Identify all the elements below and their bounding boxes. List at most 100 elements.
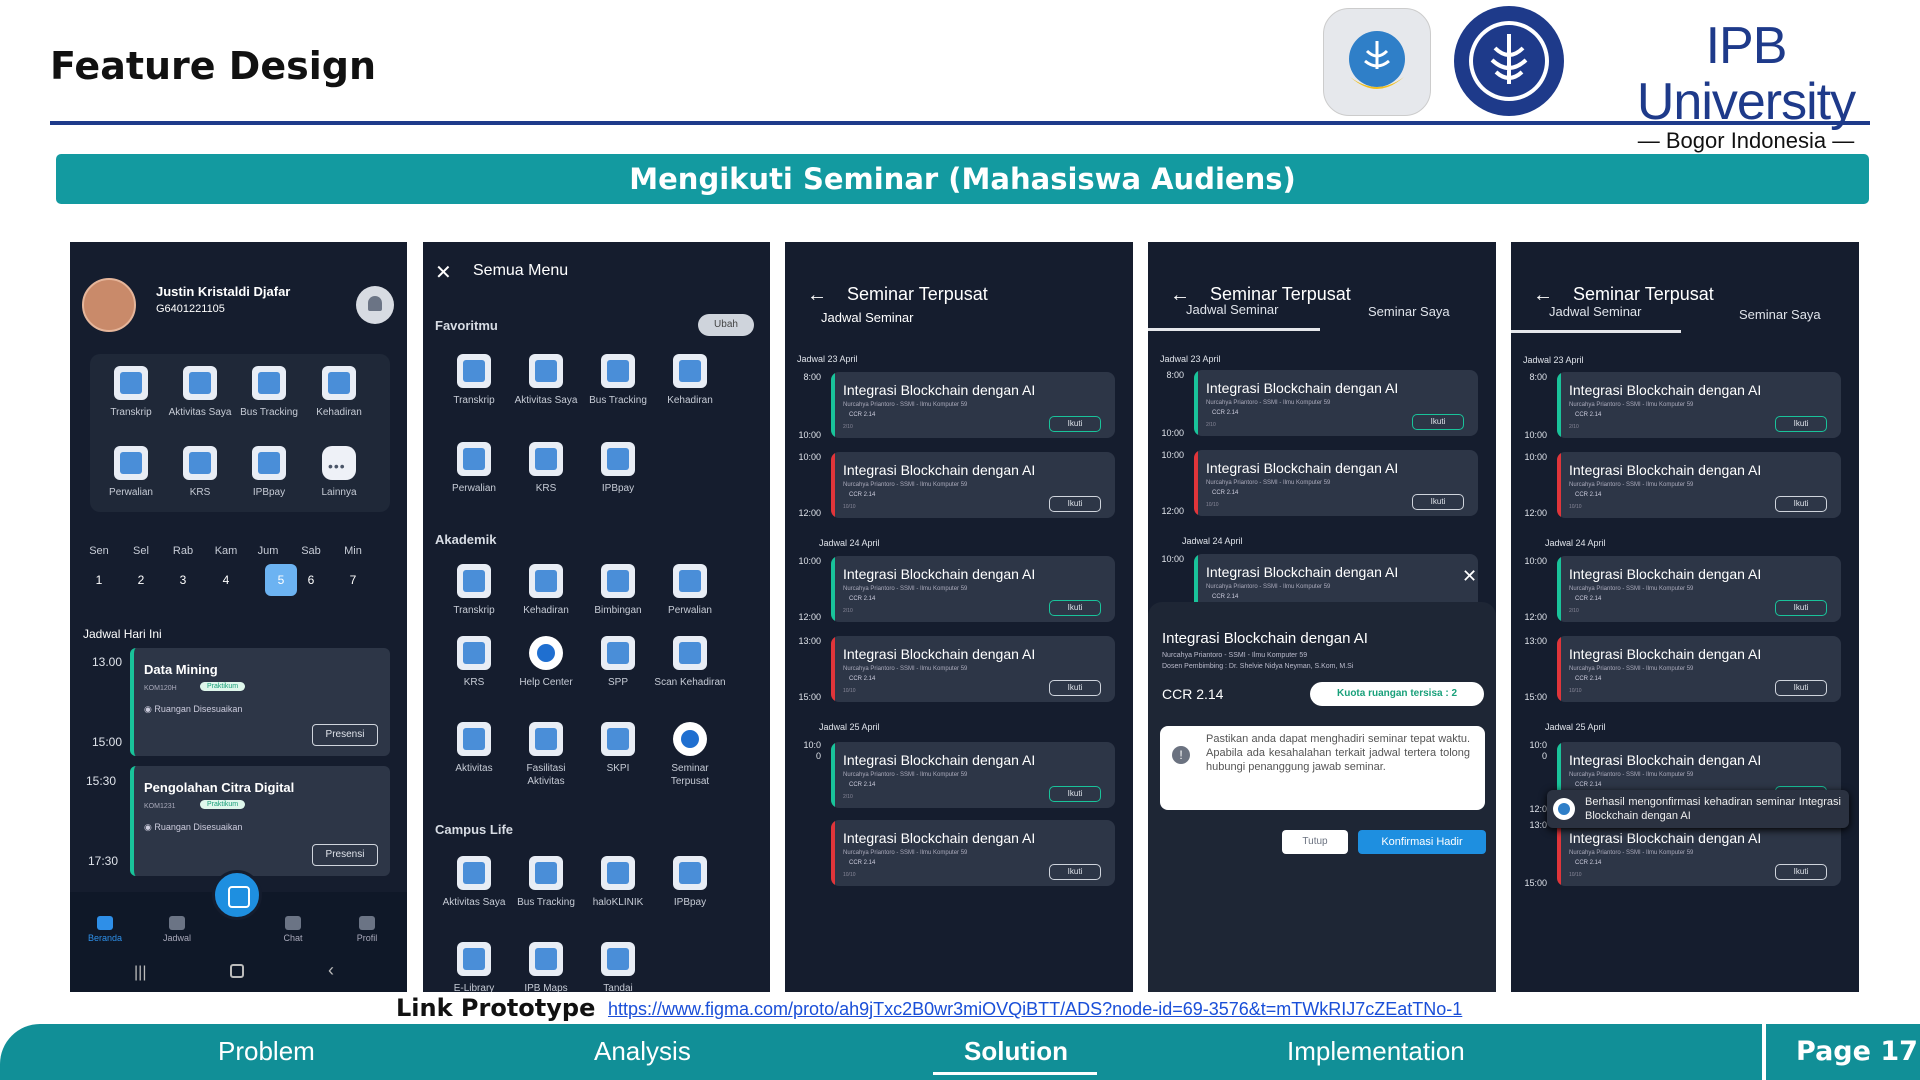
follow-button[interactable]: Ikuti (1049, 416, 1101, 432)
follow-button[interactable]: Ikuti (1775, 600, 1827, 616)
date-cell-selected[interactable]: 5 (265, 564, 297, 596)
seminar-card[interactable]: Integrasi Blockchain dengan AI Nurcahya P… (1557, 556, 1841, 622)
date-cell[interactable]: 3 (167, 564, 199, 596)
menu-item[interactable]: Help Center (510, 636, 582, 689)
footer-implementation[interactable]: Implementation (1287, 1036, 1465, 1067)
back-arrow-icon[interactable]: ← (807, 284, 827, 307)
seminar-card[interactable]: Integrasi Blockchain dengan AI Nurcahya P… (831, 636, 1115, 702)
seminar-card[interactable]: Integrasi Blockchain dengan AI Nurcahya P… (831, 452, 1115, 518)
footer-analysis[interactable]: Analysis (594, 1036, 691, 1067)
seminar-card[interactable]: Integrasi Blockchain dengan AI Nurcahya P… (1557, 372, 1841, 438)
menu-item[interactable]: KRS (510, 442, 582, 495)
prototype-link[interactable]: https://www.figma.com/proto/ah9jTxc2B0wr… (608, 999, 1462, 1020)
follow-button[interactable]: Ikuti (1412, 414, 1464, 430)
menu-item[interactable]: E-Library (438, 942, 510, 992)
menu-ipbpay[interactable]: IPBpay (233, 446, 305, 499)
menu-transkrip[interactable]: Transkrip (95, 366, 167, 419)
follow-button[interactable]: Ikuti (1049, 864, 1101, 880)
nav-jadwal[interactable]: Jadwal (152, 916, 202, 943)
seminar-card[interactable]: Integrasi Blockchain dengan AI Nurcahya P… (831, 556, 1115, 622)
menu-item[interactable]: IPB Maps (510, 942, 582, 992)
tab-seminar-saya[interactable]: Seminar Saya (1368, 304, 1450, 319)
avatar[interactable] (82, 278, 136, 332)
class-card[interactable]: Pengolahan Citra Digital KOM1231 Praktik… (130, 766, 390, 876)
date-cell[interactable]: 7 (337, 564, 369, 596)
menu-item[interactable]: Perwalian (654, 564, 726, 617)
follow-button[interactable]: Ikuti (1412, 494, 1464, 510)
menu-item[interactable]: Aktivitas Saya (510, 354, 582, 407)
edit-button[interactable]: Ubah (698, 314, 754, 336)
menu-item[interactable]: Scan Kehadiran (654, 636, 726, 689)
recents-icon[interactable]: ||| (134, 964, 146, 982)
seminar-card[interactable]: Integrasi Blockchain dengan AI Nurcahya P… (1194, 370, 1478, 436)
menu-krs[interactable]: KRS (164, 446, 236, 499)
menu-item[interactable]: SKPI (582, 722, 654, 775)
menu-item[interactable]: Kehadiran (654, 354, 726, 407)
menu-item[interactable]: Bimbingan (582, 564, 654, 617)
menu-item[interactable]: IPBpay (654, 856, 726, 909)
seminar-card[interactable]: Integrasi Blockchain dengan AI Nurcahya P… (1557, 820, 1841, 886)
tab-jadwal[interactable]: Jadwal Seminar (1186, 302, 1279, 317)
menu-item[interactable]: Fasilitasi Aktivitas (510, 722, 582, 788)
scan-fab-button[interactable] (212, 870, 262, 920)
menu-item[interactable]: Kehadiran (510, 564, 582, 617)
bell-icon[interactable] (356, 286, 394, 324)
close-button[interactable]: Tutup (1282, 830, 1348, 854)
follow-button[interactable]: Ikuti (1049, 680, 1101, 696)
menu-perwalian[interactable]: Perwalian (95, 446, 167, 499)
menu-item[interactable]: haloKLINIK (582, 856, 654, 909)
date-cell[interactable]: 4 (210, 564, 242, 596)
seminar-card[interactable]: Integrasi Blockchain dengan AI Nurcahya P… (1557, 452, 1841, 518)
menu-item[interactable]: SPP (582, 636, 654, 689)
menu-bus[interactable]: Bus Tracking (233, 366, 305, 419)
tab-jadwal[interactable]: Jadwal Seminar (821, 310, 914, 325)
menu-item[interactable]: Aktivitas Saya (438, 856, 510, 909)
seminar-card[interactable]: Integrasi Blockchain dengan AI Nurcahya P… (831, 742, 1115, 808)
date-cell[interactable]: 2 (125, 564, 157, 596)
menu-item[interactable]: Transkrip (438, 564, 510, 617)
footer-problem[interactable]: Problem (218, 1036, 315, 1067)
date-label: Jadwal 23 April (1523, 355, 1584, 365)
follow-button[interactable]: Ikuti (1775, 680, 1827, 696)
tab-seminar-saya[interactable]: Seminar Saya (1739, 307, 1821, 322)
menu-item[interactable]: IPBpay (582, 442, 654, 495)
presensi-button[interactable]: Presensi (312, 724, 378, 746)
nav-chat[interactable]: Chat (268, 916, 318, 943)
menu-item[interactable]: Transkrip (438, 354, 510, 407)
follow-button[interactable]: Ikuti (1049, 496, 1101, 512)
time-start: 8:00 (1529, 372, 1547, 382)
home-button-icon[interactable] (230, 964, 244, 978)
follow-button[interactable]: Ikuti (1775, 496, 1827, 512)
seminar-card[interactable]: Integrasi Blockchain dengan AI Nurcahya P… (831, 372, 1115, 438)
presensi-button[interactable]: Presensi (312, 844, 378, 866)
follow-button[interactable]: Ikuti (1049, 600, 1101, 616)
close-icon[interactable]: ✕ (435, 260, 452, 285)
tab-jadwal[interactable]: Jadwal Seminar (1549, 304, 1642, 319)
menu-item[interactable]: Bus Tracking (510, 856, 582, 909)
menu-aktivitas[interactable]: Aktivitas Saya (164, 366, 236, 419)
footer-solution[interactable]: Solution (964, 1036, 1068, 1067)
seminar-card[interactable]: Integrasi Blockchain dengan AI Nurcahya P… (1557, 636, 1841, 702)
menu-item[interactable]: Tandai (582, 942, 654, 992)
menu-item[interactable]: Aktivitas (438, 722, 510, 775)
seminar-speaker: Nurcahya Priantoro - SSMI - Ilmu Kompute… (843, 402, 968, 408)
menu-kehadiran[interactable]: Kehadiran (303, 366, 375, 419)
seminar-card[interactable]: Integrasi Blockchain dengan AI Nurcahya P… (1194, 450, 1478, 516)
close-icon[interactable]: ✕ (1462, 566, 1477, 587)
confirm-button[interactable]: Konfirmasi Hadir (1358, 830, 1486, 854)
nav-profil[interactable]: Profil (342, 916, 392, 943)
menu-lainnya[interactable]: ••• Lainnya (303, 446, 375, 499)
follow-button[interactable]: Ikuti (1775, 416, 1827, 432)
menu-item[interactable]: KRS (438, 636, 510, 689)
date-cell[interactable]: 1 (83, 564, 115, 596)
follow-button[interactable]: Ikuti (1775, 864, 1827, 880)
menu-item[interactable]: Bus Tracking (582, 354, 654, 407)
follow-button[interactable]: Ikuti (1049, 786, 1101, 802)
nav-beranda[interactable]: Beranda (80, 916, 130, 943)
seminar-card[interactable]: Integrasi Blockchain dengan AI Nurcahya P… (831, 820, 1115, 886)
date-cell[interactable]: 6 (295, 564, 327, 596)
menu-item-seminar[interactable]: Seminar Terpusat (654, 722, 726, 788)
class-card[interactable]: Data Mining KOM120H Praktikum ◉ Ruangan … (130, 648, 390, 756)
menu-item[interactable]: Perwalian (438, 442, 510, 495)
back-icon[interactable]: ‹ (328, 960, 334, 981)
